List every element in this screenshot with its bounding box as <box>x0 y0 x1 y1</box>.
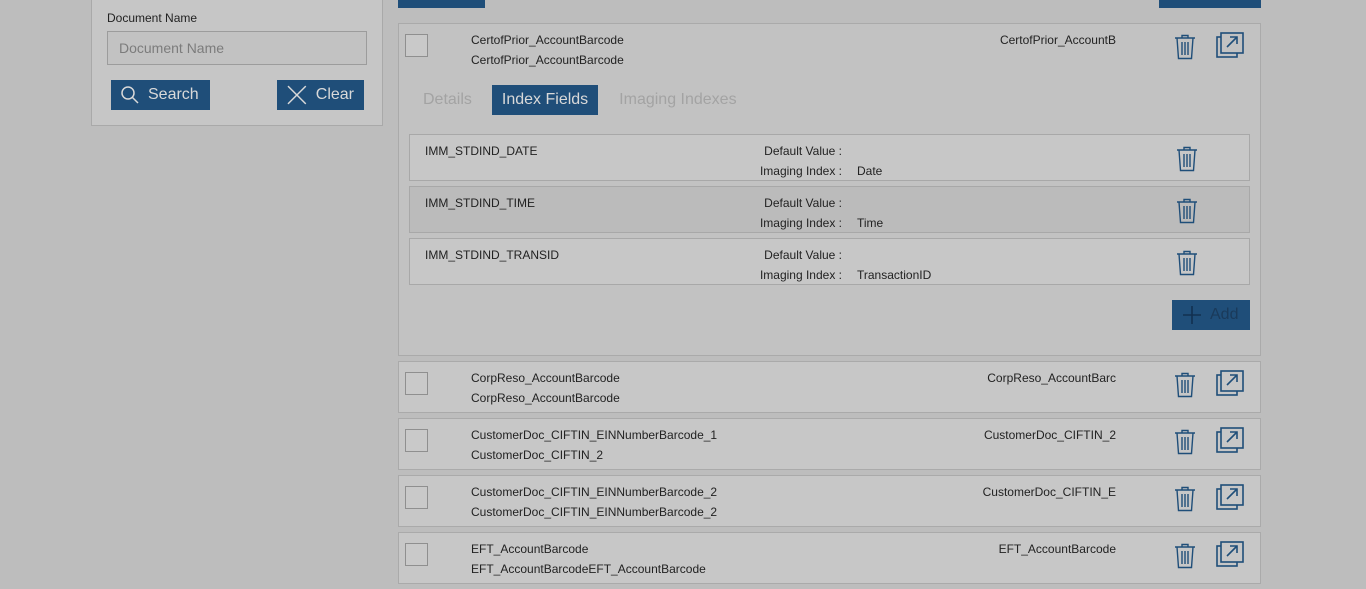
row-checkbox[interactable] <box>405 372 428 395</box>
field-name: IMM_STDIND_TRANSID <box>425 248 560 262</box>
document-subname: CustomerDoc_CIFTIN_2 <box>471 448 604 462</box>
document-code: EFT_AccountBarcode <box>998 542 1116 556</box>
document-name: EFT_AccountBarcode <box>471 542 589 556</box>
search-button[interactable]: Search <box>111 80 210 110</box>
field-name: IMM_STDIND_DATE <box>425 144 538 158</box>
trash-icon[interactable] <box>1173 33 1197 61</box>
row-checkbox[interactable] <box>405 34 428 57</box>
document-row: EFT_AccountBarcode EFT_AccountBarcodeEFT… <box>398 532 1261 584</box>
add-index-field-button[interactable]: Add <box>1172 300 1250 330</box>
tab-imaging-indexes[interactable]: Imaging Indexes <box>609 85 746 115</box>
imaging-index-value: Time <box>857 216 884 230</box>
document-row: CorpReso_AccountBarcode CorpReso_Account… <box>398 361 1261 413</box>
detail-tabs: Details Index Fields Imaging Indexes <box>413 85 748 115</box>
document-subname: CustomerDoc_CIFTIN_EINNumberBarcode_2 <box>471 505 718 519</box>
document-name: CustomerDoc_CIFTIN_EINNumberBarcode_1 <box>471 428 718 442</box>
index-field-row: IMM_STDIND_TIME Default Value : Imaging … <box>409 186 1250 233</box>
imaging-index-label: Imaging Index : <box>759 216 842 230</box>
trash-icon[interactable] <box>1175 197 1199 225</box>
top-left-button-edge[interactable] <box>398 0 485 8</box>
document-subname: EFT_AccountBarcodeEFT_AccountBarcode <box>471 562 706 576</box>
default-value-label: Default Value : <box>764 248 842 262</box>
document-name-label: Document Name <box>107 11 198 25</box>
clear-button-label: Clear <box>315 86 354 103</box>
document-subname: CorpReso_AccountBarcode <box>471 391 620 405</box>
field-name: IMM_STDIND_TIME <box>425 196 536 210</box>
trash-icon[interactable] <box>1173 428 1197 456</box>
tab-details[interactable]: Details <box>413 85 482 115</box>
document-subname: CertofPrior_AccountBarcode <box>471 53 624 67</box>
document-row: CustomerDoc_CIFTIN_EINNumberBarcode_2 Cu… <box>398 475 1261 527</box>
document-name: CertofPrior_AccountBarcode <box>471 33 624 47</box>
popout-icon[interactable] <box>1216 32 1244 60</box>
document-row-expanded: CertofPrior_AccountBarcode CertofPrior_A… <box>398 23 1261 356</box>
row-checkbox[interactable] <box>405 543 428 566</box>
clear-button[interactable]: Clear <box>277 80 364 110</box>
document-code: CorpReso_AccountBarc <box>987 371 1116 385</box>
document-row: CustomerDoc_CIFTIN_EINNumberBarcode_1 Cu… <box>398 418 1261 470</box>
tab-index-fields[interactable]: Index Fields <box>491 85 599 115</box>
document-code: CustomerDoc_CIFTIN_E <box>982 485 1116 499</box>
document-code: CustomerDoc_CIFTIN_2 <box>983 428 1116 442</box>
popout-icon[interactable] <box>1216 484 1244 512</box>
trash-icon[interactable] <box>1173 542 1197 570</box>
document-name: CorpReso_AccountBarcode <box>471 371 620 385</box>
trash-icon[interactable] <box>1173 371 1197 399</box>
plus-icon <box>1183 306 1201 324</box>
popout-icon[interactable] <box>1216 541 1244 569</box>
row-checkbox[interactable] <box>405 486 428 509</box>
default-value-label: Default Value : <box>764 196 842 210</box>
sort-button-edge[interactable] <box>1159 0 1261 8</box>
index-field-row: IMM_STDIND_DATE Default Value : Imaging … <box>409 134 1250 181</box>
trash-icon[interactable] <box>1175 249 1199 277</box>
search-button-label: Search <box>148 86 199 103</box>
popout-icon[interactable] <box>1216 427 1244 455</box>
index-field-row: IMM_STDIND_TRANSID Default Value : Imagi… <box>409 238 1250 285</box>
trash-icon[interactable] <box>1175 145 1199 173</box>
add-button-label: Add <box>1210 306 1239 323</box>
trash-icon[interactable] <box>1173 485 1197 513</box>
document-code: CertofPrior_AccountB <box>999 33 1116 47</box>
default-value-label: Default Value : <box>764 144 842 158</box>
filter-panel: Document Name Search Clear <box>91 0 383 126</box>
row-checkbox[interactable] <box>405 429 428 452</box>
search-icon <box>121 86 139 104</box>
imaging-index-value: Date <box>857 164 883 178</box>
close-icon <box>287 85 307 105</box>
document-name: CustomerDoc_CIFTIN_EINNumberBarcode_2 <box>471 485 718 499</box>
imaging-index-label: Imaging Index : <box>759 268 842 282</box>
document-name-input[interactable] <box>107 31 367 65</box>
imaging-index-label: Imaging Index : <box>759 164 842 178</box>
popout-icon[interactable] <box>1216 370 1244 398</box>
imaging-index-value: TransactionID <box>857 268 932 282</box>
